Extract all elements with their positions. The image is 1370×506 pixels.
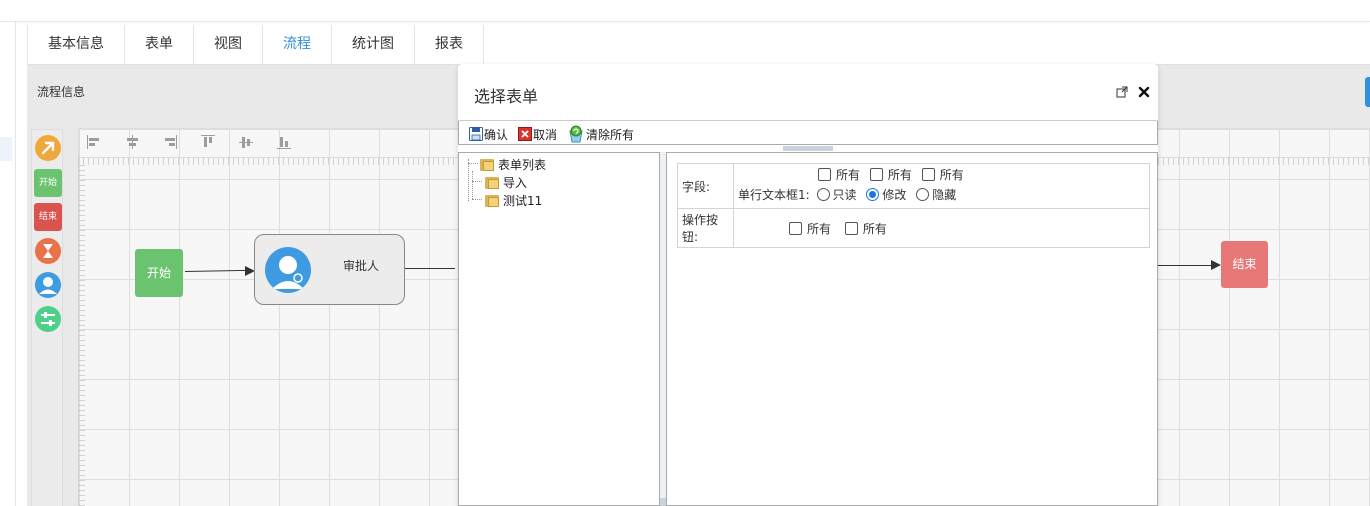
edge-approver-next (405, 268, 455, 269)
permission-table: 字段: 所有 所有 所有 单行文本框1: 只读 修改 隐藏 操作按钮: 所有 所… (677, 163, 1150, 248)
edge-prev-end (1158, 265, 1214, 266)
palette-timer[interactable] (34, 237, 62, 265)
user-icon (35, 272, 61, 298)
all-edit-checkbox[interactable] (869, 168, 883, 181)
tab-report[interactable]: 报表 (415, 25, 484, 64)
confirm-label: 确认 (484, 127, 509, 142)
tab-workflow[interactable]: 流程 (263, 25, 332, 64)
dialog-title: 选择表单 (474, 87, 539, 106)
folder-icon (480, 158, 494, 171)
node-palette: 开始 结束 (31, 129, 63, 506)
top-bar (0, 0, 1370, 22)
tab-form[interactable]: 表单 (125, 25, 194, 64)
dialog-actions (1116, 86, 1150, 98)
field-cell: 所有 所有 所有 单行文本框1: 只读 修改 隐藏 (733, 163, 1150, 209)
button-all-checkbox-2[interactable] (844, 221, 858, 235)
readonly-radio[interactable] (816, 188, 830, 201)
left-rail-highlight (0, 137, 12, 161)
field-name: 单行文本框1: (738, 188, 810, 202)
field-option-row: 单行文本框1: 只读 修改 隐藏 (738, 188, 957, 202)
clear-all-label: 清除所有 (586, 127, 635, 142)
recycle-bin-icon (567, 125, 585, 143)
form-tree: 表单列表 导入 测试11 (458, 152, 660, 506)
arrow-icon (35, 135, 61, 161)
confirm-button[interactable]: 确认 (469, 123, 508, 143)
button-all-checkbox-1[interactable] (789, 221, 802, 235)
approver-avatar (265, 247, 311, 293)
button-cell: 所有 所有 (733, 208, 1150, 248)
tab-view[interactable]: 视图 (194, 25, 263, 64)
align-top-icon[interactable] (201, 135, 215, 149)
cancel-icon (518, 126, 533, 141)
tree-node-label: 测试11 (503, 193, 543, 208)
side-button[interactable] (1365, 77, 1370, 107)
user-icon (272, 256, 304, 289)
all-readonly-checkbox[interactable] (818, 168, 831, 181)
button-label: 操作按钮: (677, 208, 734, 248)
align-left-icon[interactable] (87, 135, 101, 149)
tab-statistics-chart[interactable]: 统计图 (332, 25, 415, 64)
folder-icon (485, 176, 499, 189)
node-approver[interactable]: 审批人 (254, 234, 405, 305)
clear-all-button[interactable]: 清除所有 (567, 123, 634, 143)
left-rail (0, 22, 16, 506)
permission-pane: 字段: 所有 所有 所有 单行文本框1: 只读 修改 隐藏 操作按钮: 所有 所… (666, 152, 1158, 506)
maximize-icon[interactable] (1116, 86, 1128, 98)
hidden-radio[interactable] (916, 188, 930, 201)
align-middle-icon[interactable] (239, 135, 253, 149)
sliders-icon (35, 306, 61, 332)
align-center-icon[interactable] (125, 135, 139, 149)
approver-name: 审批人 (343, 259, 380, 273)
field-label: 字段: (677, 163, 734, 209)
tree-node-import[interactable]: 导入 (485, 174, 527, 190)
node-start[interactable]: 开始 (135, 249, 183, 297)
align-toolbar (87, 135, 291, 149)
tab-bar: 基本信息 表单 视图 流程 统计图 报表 (27, 25, 484, 64)
align-right-icon[interactable] (163, 135, 177, 149)
folder-icon (485, 194, 499, 207)
close-icon[interactable] (1138, 86, 1150, 98)
splitter-handle[interactable] (783, 146, 833, 151)
cancel-label: 取消 (533, 127, 558, 142)
field-row: 字段: 所有 所有 所有 单行文本框1: 只读 修改 隐藏 (677, 163, 1150, 209)
palette-condition[interactable] (34, 305, 62, 333)
cancel-button[interactable]: 取消 (518, 123, 557, 143)
tab-basic-info[interactable]: 基本信息 (27, 25, 125, 64)
node-end[interactable]: 结束 (1221, 241, 1268, 288)
dialog-toolbar: 确认 取消 清除所有 (458, 121, 1158, 145)
save-icon (469, 126, 483, 141)
tree-node-label: 导入 (503, 175, 528, 190)
palette-end[interactable]: 结束 (34, 203, 62, 231)
tree-node-form-list[interactable]: 表单列表 (480, 156, 546, 172)
tree-node-test11[interactable]: 测试11 (485, 192, 542, 208)
ruler-left (78, 165, 85, 506)
all-hidden-checkbox[interactable] (921, 168, 935, 181)
edit-radio[interactable] (866, 188, 880, 201)
palette-start[interactable]: 开始 (34, 169, 62, 197)
workflow-info-label: 流程信息 (37, 85, 86, 99)
tree-node-label: 表单列表 (498, 157, 547, 172)
button-row: 操作按钮: 所有 所有 (677, 208, 1150, 248)
select-form-dialog: 选择表单 确认 取消 清除所有 表单列表 导入 测试11 字段: 所有 所有 所… (458, 64, 1158, 506)
align-bottom-icon[interactable] (277, 135, 291, 149)
hourglass-icon (35, 238, 61, 264)
palette-connector[interactable] (34, 134, 62, 162)
field-all-row: 所有 所有 所有 (738, 166, 1145, 184)
palette-approver[interactable] (34, 271, 62, 299)
arrow-head (1211, 260, 1221, 270)
